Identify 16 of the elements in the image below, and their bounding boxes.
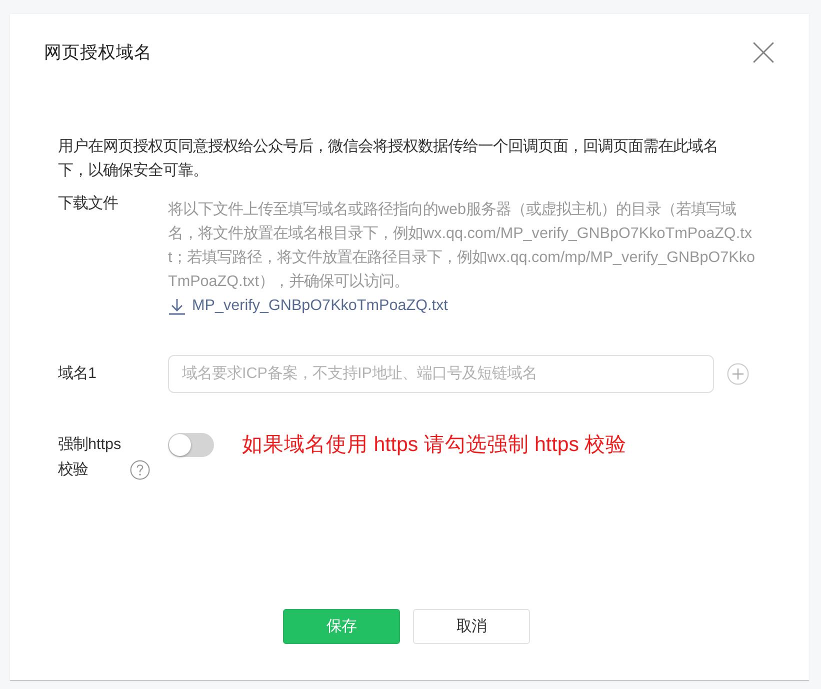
download-icon [168, 298, 186, 314]
plus-icon [727, 362, 749, 384]
download-file-label: 下载文件 [58, 194, 119, 214]
close-button[interactable] [753, 42, 774, 62]
force-https-label: 强制https校验 [58, 434, 122, 480]
description-text: 用户在网页授权页同意授权给公众号后，微信会将授权数据传给一个回调页面，回调页面需在此域名下，以确保安全可靠。 [58, 137, 719, 181]
domain-label: 域名1 [58, 364, 98, 384]
add-domain-button[interactable] [727, 362, 749, 384]
https-note-text: 如果域名使用 https 请勾选强制 https 校验 [242, 432, 627, 458]
close-icon [753, 42, 774, 62]
dialog-title: 网页授权域名 [44, 41, 152, 64]
help-icon[interactable] [130, 460, 150, 480]
toggle-switch[interactable] [168, 432, 214, 456]
instructions-text: 将以下文件上传至填写域名或路径指向的web服务器（或虚拟主机）的目录（若填写域名，将文件放置在域名根目录下，例如wx.qq.com/MP_verify_GNBpO7KkoTmPoaZQ.txt；若填写路径，将文件放置在路径目录下，例如wx.qq.com/mp/MP_verify_GNBpO7KkoTmPoaZQ.txt），并确保可以访问。 [168, 200, 756, 292]
cancel-button[interactable]: 取消 [413, 609, 530, 644]
domain-input-field[interactable]: 域名要求ICP备案，不支持IP地址、端口号及短链域名 [168, 354, 714, 392]
